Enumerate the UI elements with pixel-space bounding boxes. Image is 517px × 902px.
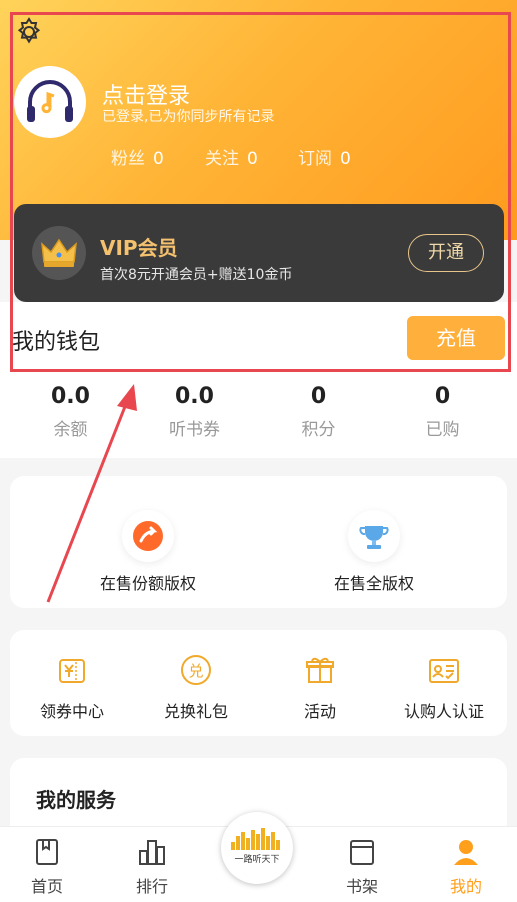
activity-label: 活动 xyxy=(303,702,336,721)
services-row-card: 领券中心 兑 兑换礼包 活动 认购人认证 xyxy=(10,630,507,736)
subscription-count: 0 xyxy=(340,149,351,169)
wallet-stats: 0.0 余额 0.0 听书券 0 积分 0 已购 xyxy=(0,376,517,458)
exchange-gift-label: 兑换礼包 xyxy=(163,702,228,721)
tab-home-label: 首页 xyxy=(30,877,63,896)
exchange-gift-item[interactable]: 兑 兑换礼包 xyxy=(134,652,258,722)
purchased-label: 已购 xyxy=(425,420,460,440)
fans-count: 0 xyxy=(153,149,164,169)
share-copyright-item[interactable]: 在售份额版权 xyxy=(48,510,248,594)
svg-text:兑: 兑 xyxy=(188,662,203,680)
following-count: 0 xyxy=(247,149,258,169)
wallet-header: 我的钱包 充值 xyxy=(0,302,517,376)
vip-subtitle: 首次8元开通会员+赠送10金币 xyxy=(100,267,293,283)
center-logo-button[interactable]: 一路听天下 xyxy=(221,812,293,884)
person-icon xyxy=(454,840,478,865)
soundwave-logo-icon xyxy=(231,828,280,850)
listen-coupon-stat[interactable]: 0.0 听书券 xyxy=(130,384,259,440)
balance-value: 0.0 xyxy=(51,384,90,409)
headphones-icon xyxy=(27,80,73,122)
exchange-icon: 兑 xyxy=(181,655,211,685)
subscriber-verify-item[interactable]: 认购人认证 xyxy=(382,652,506,722)
book-icon xyxy=(350,840,374,865)
bar-chart-icon xyxy=(139,840,165,865)
full-copyright-label: 在售全版权 xyxy=(333,574,414,593)
vip-card[interactable]: VIP会员 首次8元开通会员+赠送10金币 开通 xyxy=(14,204,504,302)
login-subtitle: 已登录,已为你同步所有记录 xyxy=(102,109,275,125)
listen-coupon-label: 听书券 xyxy=(169,420,220,440)
vip-title: VIP会员 xyxy=(100,236,178,260)
purchased-stat[interactable]: 0 已购 xyxy=(378,384,507,440)
following-label: 关注 xyxy=(205,149,239,169)
subscription-label: 订阅 xyxy=(298,149,332,169)
gift-icon xyxy=(306,657,334,683)
tab-mine[interactable]: 我的 xyxy=(421,837,511,897)
copyright-card: 在售份额版权 在售全版权 xyxy=(10,476,507,608)
full-copyright-item[interactable]: 在售全版权 xyxy=(274,510,474,594)
coupon-center-label: 领券中心 xyxy=(39,702,104,721)
tab-bookshelf-label: 书架 xyxy=(345,877,378,896)
full-copyright-icon xyxy=(348,510,400,562)
tab-mine-label: 我的 xyxy=(449,877,482,896)
points-stat[interactable]: 0 积分 xyxy=(254,384,383,440)
vip-activate-button[interactable]: 开通 xyxy=(408,234,484,272)
balance-label: 余额 xyxy=(53,420,88,440)
balance-stat[interactable]: 0.0 余额 xyxy=(6,384,135,440)
wallet-title: 我的钱包 xyxy=(12,330,101,355)
coupon-icon xyxy=(59,659,85,683)
tab-bookshelf[interactable]: 书架 xyxy=(317,837,407,897)
fans-label: 粉丝 xyxy=(111,149,145,169)
center-logo-text: 一路听天下 xyxy=(234,855,280,865)
coupon-center-item[interactable]: 领券中心 xyxy=(10,652,134,722)
tab-ranking-label: 排行 xyxy=(135,877,168,896)
tab-ranking[interactable]: 排行 xyxy=(107,837,197,897)
points-value: 0 xyxy=(310,384,327,409)
tab-home[interactable]: 首页 xyxy=(2,837,92,897)
fans-stat[interactable]: 粉丝 0 xyxy=(111,144,164,169)
share-copyright-label: 在售份额版权 xyxy=(99,574,196,593)
share-copyright-icon xyxy=(122,510,174,562)
points-label: 积分 xyxy=(301,420,336,440)
id-card-icon xyxy=(429,659,459,683)
subscription-stat[interactable]: 订阅 0 xyxy=(298,144,351,169)
settings-gear-icon[interactable] xyxy=(12,15,46,49)
avatar[interactable] xyxy=(14,66,86,138)
subscriber-verify-label: 认购人认证 xyxy=(403,702,484,721)
following-stat[interactable]: 关注 0 xyxy=(205,144,258,169)
my-services-title: 我的服务 xyxy=(36,788,116,812)
bookmark-icon xyxy=(36,839,58,865)
listen-coupon-value: 0.0 xyxy=(175,384,214,409)
crown-icon xyxy=(32,226,86,280)
recharge-button[interactable]: 充值 xyxy=(407,316,505,360)
activity-item[interactable]: 活动 xyxy=(258,652,382,722)
purchased-value: 0 xyxy=(434,384,451,409)
